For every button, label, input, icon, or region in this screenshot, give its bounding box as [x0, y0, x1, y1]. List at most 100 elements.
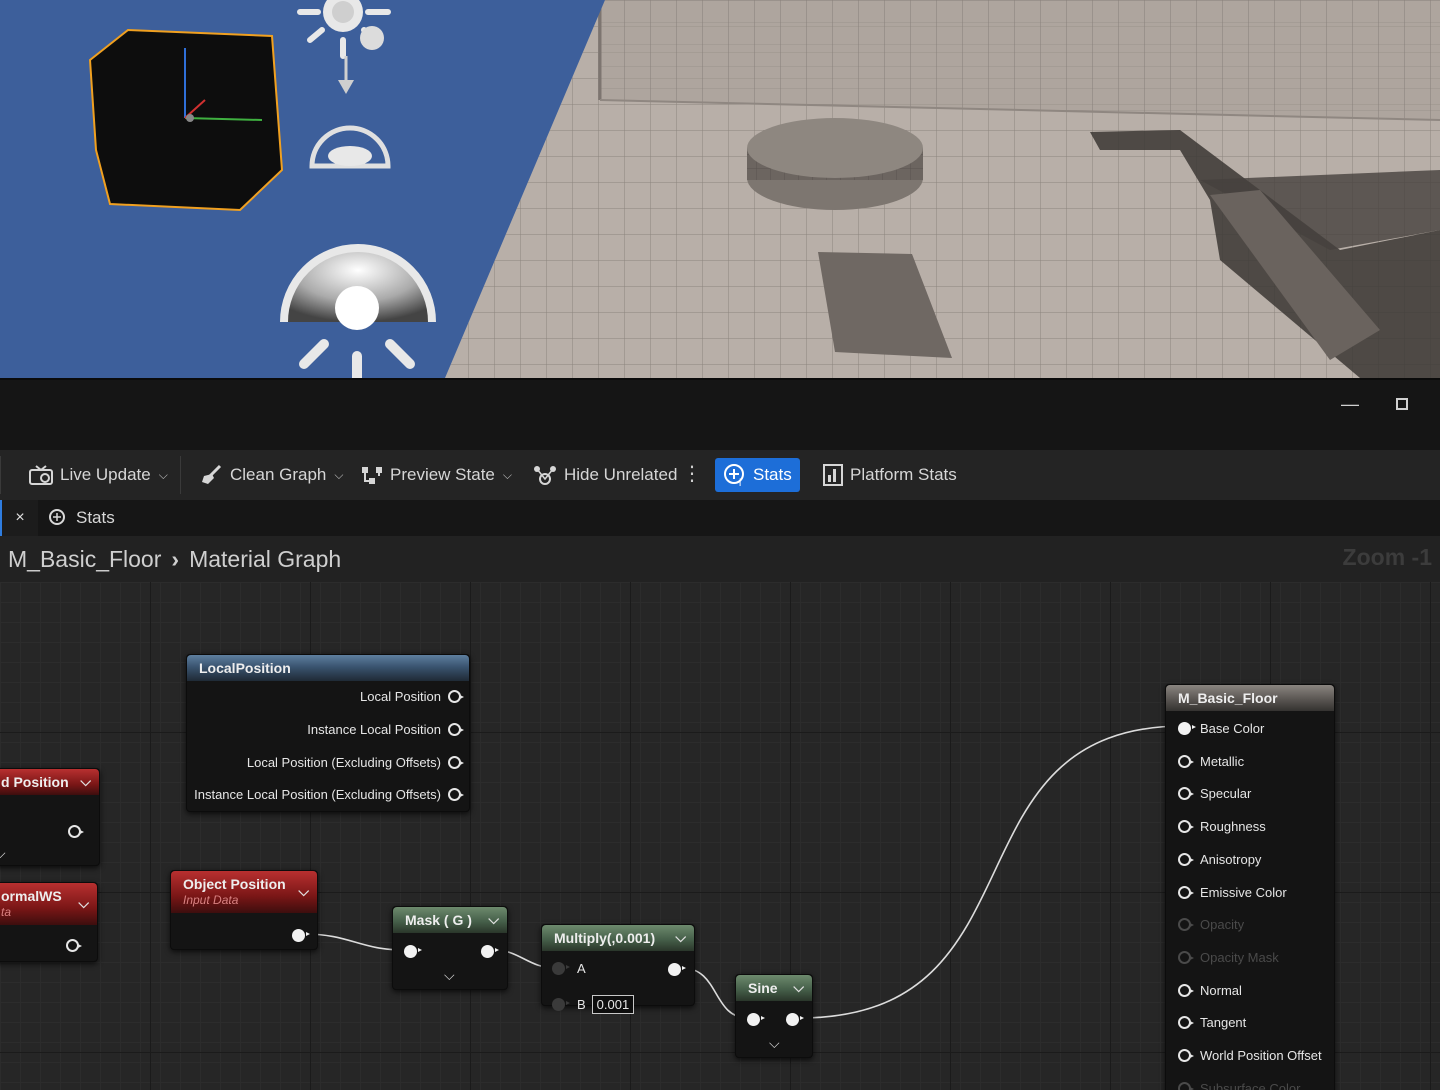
- chevron-down-icon[interactable]: ⌵: [675, 929, 686, 946]
- pin-label: Instance Local Position (Excluding Offse…: [194, 787, 441, 802]
- preview-state-button[interactable]: Preview State ⌵: [352, 458, 520, 492]
- material-input-opacity[interactable]: Opacity: [1178, 917, 1244, 932]
- node-header: Multiply(,0.001) ⌵: [542, 925, 694, 951]
- node-normal-ws[interactable]: ormalWS ta ⌵: [0, 882, 98, 962]
- output-pin-icon[interactable]: [448, 723, 464, 736]
- node-world-position[interactable]: d Position ⌵ ⌵: [0, 768, 100, 866]
- node-object-position[interactable]: Object Position Input Data ⌵: [170, 870, 318, 950]
- input-pin-b[interactable]: B 0.001: [552, 995, 635, 1014]
- pin-label: Normal: [1200, 982, 1242, 998]
- stats-button[interactable]: i Stats: [715, 458, 800, 492]
- node-header: Sine ⌵: [736, 975, 812, 1001]
- material-input-normal[interactable]: Normal: [1178, 983, 1242, 998]
- input-pin-icon[interactable]: [747, 1013, 765, 1026]
- chevron-down-icon[interactable]: ⌵: [78, 895, 89, 912]
- input-pin-a[interactable]: A: [552, 961, 586, 976]
- node-multiply[interactable]: Multiply(,0.001) ⌵ A B 0.001: [541, 924, 695, 1014]
- hide-unrelated-label: Hide Unrelated: [564, 465, 678, 484]
- node-header: ormalWS ta ⌵: [0, 883, 97, 925]
- input-pin-icon[interactable]: [1178, 983, 1194, 997]
- input-pin-icon[interactable]: [1178, 787, 1194, 801]
- material-input-specular[interactable]: Specular: [1178, 786, 1251, 801]
- pin-label: Base Color: [1200, 721, 1265, 736]
- chevron-down-icon[interactable]: ⌵: [80, 773, 91, 790]
- input-pin-icon[interactable]: [1178, 885, 1194, 899]
- breadcrumb-asset[interactable]: M_Basic_Floor: [8, 546, 161, 573]
- minimize-button[interactable]: —: [1332, 392, 1368, 416]
- chevron-down-icon[interactable]: ⌵: [769, 1035, 780, 1052]
- close-icon[interactable]: ×: [0, 500, 38, 536]
- node-subtitle: ta: [1, 905, 12, 919]
- output-pin-icon[interactable]: [68, 825, 84, 838]
- output-pin-instance-local-position[interactable]: Instance Local Position: [307, 722, 464, 737]
- input-pin-icon[interactable]: [1178, 722, 1196, 735]
- maximize-icon: [1396, 398, 1408, 410]
- material-input-metallic[interactable]: Metallic: [1178, 754, 1244, 769]
- tab-stats[interactable]: × Stats: [0, 500, 115, 536]
- live-update-icon: [29, 465, 53, 485]
- chevron-down-icon[interactable]: ⌵: [0, 845, 6, 862]
- live-update-button[interactable]: Live Update ⌵: [20, 458, 176, 492]
- input-pin-icon[interactable]: [1178, 754, 1194, 768]
- material-input-opacity-mask[interactable]: Opacity Mask: [1178, 950, 1279, 965]
- chevron-down-icon[interactable]: ⌵: [488, 911, 499, 928]
- chevron-down-icon[interactable]: ⌵: [298, 883, 309, 900]
- input-pin-icon[interactable]: [1178, 950, 1194, 964]
- output-pin-icon[interactable]: [448, 788, 464, 801]
- clean-graph-button[interactable]: Clean Graph ⌵: [192, 458, 352, 492]
- live-update-label: Live Update: [60, 465, 151, 484]
- hide-unrelated-button[interactable]: Hide Unrelated: [524, 458, 685, 492]
- material-input-anisotropy[interactable]: Anisotropy: [1178, 852, 1261, 867]
- input-pin-icon[interactable]: [1178, 852, 1194, 866]
- material-input-tangent[interactable]: Tangent: [1178, 1015, 1246, 1030]
- pin-label: Emissive Color: [1200, 884, 1287, 900]
- stats-icon: [49, 509, 65, 525]
- output-pin-icon[interactable]: [448, 756, 464, 769]
- clean-graph-label: Clean Graph: [230, 465, 327, 484]
- output-pin-icon[interactable]: [786, 1013, 804, 1026]
- output-pin-instance-local-position-excl[interactable]: Instance Local Position (Excluding Offse…: [194, 787, 464, 802]
- input-pin-icon[interactable]: [1178, 1016, 1194, 1030]
- output-pin-icon[interactable]: [448, 690, 464, 703]
- node-subtitle: Input Data: [183, 893, 239, 907]
- input-pin-icon[interactable]: [1178, 1049, 1194, 1062]
- node-title-text: Mask ( G ): [405, 912, 472, 928]
- input-pin-icon[interactable]: [552, 998, 570, 1011]
- material-input-subsurface-color[interactable]: Subsurface Color: [1178, 1081, 1300, 1090]
- material-input-world-position-offset[interactable]: World Position Offset: [1178, 1048, 1322, 1063]
- level-viewport[interactable]: [0, 0, 1440, 378]
- chevron-down-icon[interactable]: ⌵: [793, 979, 804, 996]
- material-input-emissive-color[interactable]: Emissive Color: [1178, 885, 1287, 900]
- breadcrumb-graph[interactable]: Material Graph: [189, 546, 341, 573]
- chevron-down-icon: ⌵: [334, 467, 344, 482]
- output-pin-icon[interactable]: [668, 963, 686, 976]
- platform-stats-button[interactable]: Platform Stats: [814, 458, 965, 492]
- pin-label: Opacity Mask: [1200, 949, 1279, 965]
- node-sine[interactable]: Sine ⌵ ⌵: [735, 974, 813, 1058]
- wire-sine-to-base-color: [799, 725, 1185, 1019]
- node-title: d Position ⌵: [0, 769, 99, 795]
- node-local-position[interactable]: LocalPosition Local Position Instance Lo…: [186, 654, 470, 812]
- node-mask-g[interactable]: Mask ( G ) ⌵ ⌵: [392, 906, 508, 990]
- material-graph-canvas[interactable]: LocalPosition Local Position Instance Lo…: [0, 582, 1440, 1090]
- input-pin-icon[interactable]: [404, 945, 422, 958]
- pin-label: Local Position (Excluding Offsets): [246, 755, 441, 770]
- input-pin-icon[interactable]: [552, 962, 570, 975]
- node-material-output[interactable]: M_Basic_Floor Base Color Metallic Specular…: [1165, 684, 1335, 1090]
- output-pin-icon[interactable]: [481, 945, 499, 958]
- minimize-icon: —: [1341, 393, 1359, 414]
- b-value-input[interactable]: 0.001: [591, 995, 635, 1014]
- input-pin-icon[interactable]: [1178, 918, 1194, 932]
- output-pin-icon[interactable]: [66, 939, 82, 952]
- output-pin-icon[interactable]: [292, 929, 310, 942]
- material-input-base-color[interactable]: Base Color: [1178, 721, 1264, 736]
- maximize-button[interactable]: [1384, 392, 1420, 416]
- node-title: M_Basic_Floor: [1166, 685, 1334, 711]
- output-pin-local-position-excl[interactable]: Local Position (Excluding Offsets): [246, 755, 464, 770]
- input-pin-icon[interactable]: [1178, 820, 1194, 834]
- input-pin-icon[interactable]: [1178, 1081, 1194, 1090]
- more-options-icon[interactable]: ⋮: [682, 460, 702, 488]
- material-input-roughness[interactable]: Roughness: [1178, 819, 1266, 834]
- output-pin-local-position[interactable]: Local Position: [360, 689, 464, 704]
- chevron-down-icon[interactable]: ⌵: [444, 967, 455, 984]
